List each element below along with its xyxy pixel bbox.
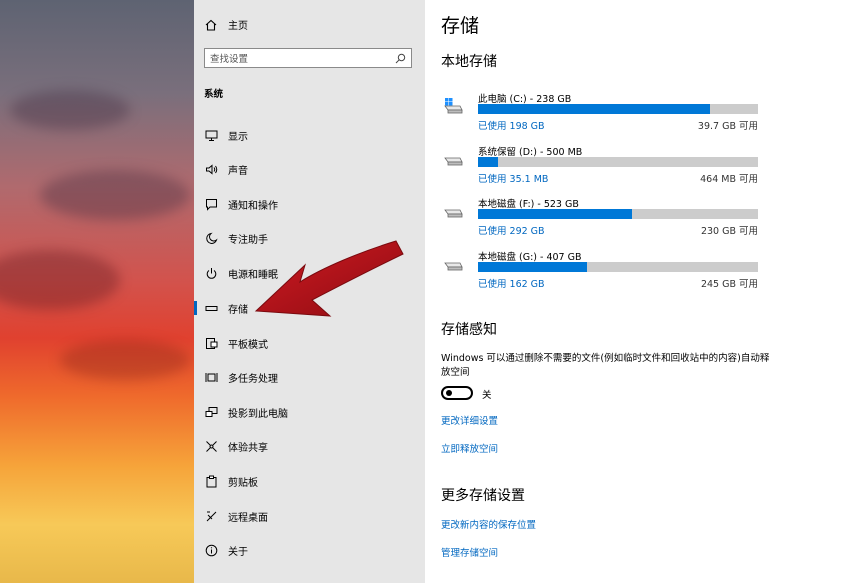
red-arrow-annotation bbox=[254, 240, 404, 317]
